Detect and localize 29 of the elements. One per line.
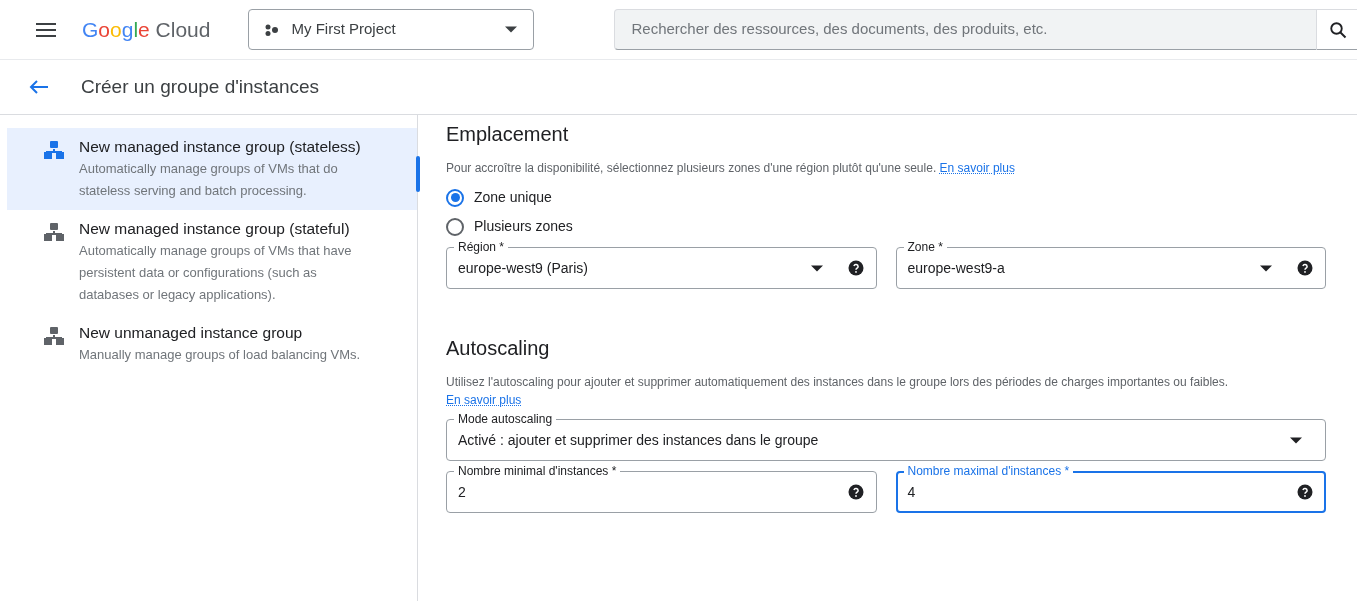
section-heading: Emplacement xyxy=(446,122,570,147)
instance-type-option[interactable]: New managed instance group (stateless) Automatically manage groups of VMs that do stateless serving and batch processing. xyxy=(7,128,417,210)
search-button[interactable] xyxy=(1317,9,1357,50)
section-heading: Autoscaling xyxy=(446,336,551,361)
dropdown-caret-icon xyxy=(505,26,518,33)
project-dots-icon xyxy=(265,23,280,36)
search-icon xyxy=(1329,20,1347,39)
radio-option[interactable]: Plusieurs zones xyxy=(446,216,573,237)
help-icon[interactable] xyxy=(1296,483,1314,501)
instance-group-icon xyxy=(43,222,65,242)
section-description: Utilisez l'autoscaling pour ajouter et supprimer automatiquement des instances dans le groupe lors des périodes de charges importantes ou faibles. En savoir plus xyxy=(446,374,1230,409)
page-title: Créer un groupe d'instances xyxy=(81,74,320,99)
logo[interactable]: Google Cloud xyxy=(82,13,211,46)
dropdown-caret-icon xyxy=(810,264,823,272)
back-arrow-icon[interactable] xyxy=(29,79,49,95)
project-selector[interactable]: My First Project xyxy=(248,9,535,50)
learn-more-link[interactable]: En savoir plus xyxy=(939,161,1015,175)
section-description: Pour accroître la disponibilité, sélectionnez plusieurs zones d'une région plutôt qu'une seule. En savoir plus xyxy=(446,160,1016,177)
menu-icon[interactable] xyxy=(36,22,56,37)
search-field[interactable]: Rechercher des ressources, des documents, des produits, etc. xyxy=(614,9,1317,50)
instance-group-icon xyxy=(43,326,65,346)
dropdown-caret-icon xyxy=(1290,436,1302,444)
help-icon[interactable] xyxy=(846,483,865,501)
radio-option[interactable]: Zone unique xyxy=(446,187,552,208)
instance-group-icon xyxy=(43,140,65,160)
help-icon[interactable] xyxy=(846,259,865,277)
learn-more-link[interactable]: En savoir plus xyxy=(446,393,522,407)
help-icon[interactable] xyxy=(1296,259,1314,277)
dropdown-caret-icon xyxy=(1260,264,1272,272)
